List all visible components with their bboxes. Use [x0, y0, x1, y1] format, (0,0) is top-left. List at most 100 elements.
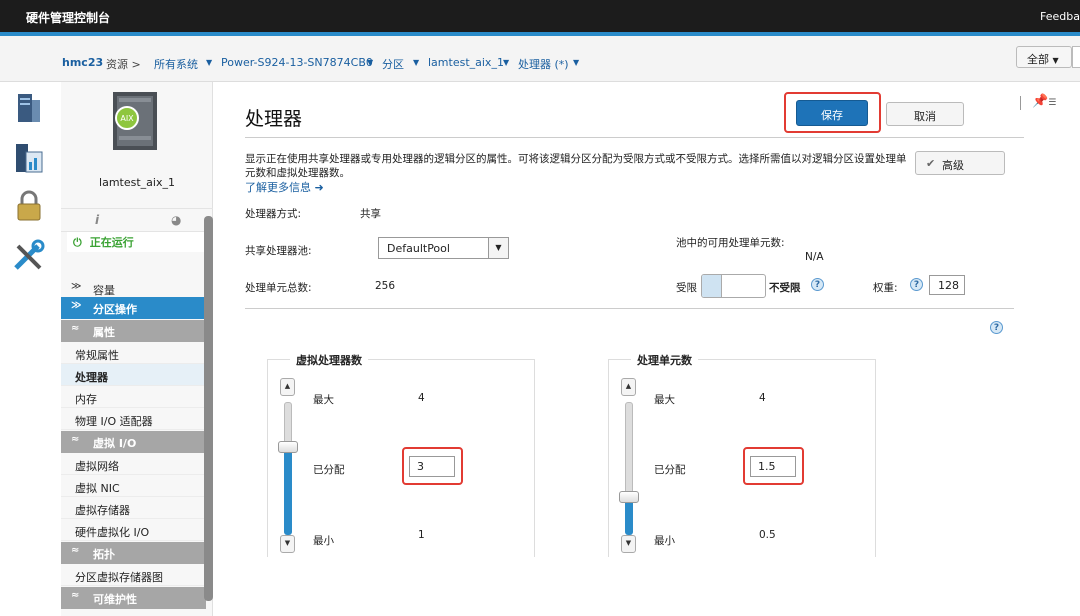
sidebar-item-processor[interactable]: 处理器 [61, 364, 206, 386]
help-icon[interactable]: ? [990, 321, 1003, 334]
pool-select[interactable]: DefaultPool ▼ [378, 237, 509, 259]
status-badge: ⏻ 正在运行 [67, 232, 213, 252]
help-icon[interactable]: ? [811, 278, 824, 291]
performance-icon[interactable] [12, 140, 46, 176]
sidebar-item-storage-map[interactable]: 分区虚拟存储器图 [61, 564, 206, 586]
pool-label: 共享处理器池: [245, 245, 312, 257]
page-title: 处理器 [245, 108, 303, 130]
capped-toggle[interactable] [701, 274, 766, 298]
weight-input[interactable]: 128 [929, 275, 965, 295]
nav-section-properties[interactable]: ≈ 属性 [61, 320, 206, 342]
scope-select-value: 全部 [1027, 53, 1049, 66]
nav-section-virtual-io[interactable]: ≈ 虚拟 I/O [61, 431, 206, 453]
nav-section-topology[interactable]: ≈ 拓扑 [61, 542, 206, 564]
min-value: 1 [418, 529, 425, 541]
toggle-handle [702, 275, 722, 297]
nav-section-label: 属性 [93, 326, 115, 339]
nav-partition-ops-label: 分区操作 [93, 303, 137, 316]
breadcrumb-system[interactable]: Power-S924-13-SN7874CB0 [221, 56, 373, 69]
breadcrumb-resources[interactable]: 资源 > [106, 56, 141, 72]
chevron-up-icon: ≈ [71, 590, 80, 601]
chevron-down-icon[interactable]: ▼ [573, 58, 579, 67]
available-label: 池中的可用处理单元数: [676, 237, 785, 249]
highlight-frame [743, 447, 804, 485]
chevron-down-icon[interactable]: ▼ [206, 58, 212, 67]
processing-units-panel: 处理单元数 ▲ ▼ 最大 4 已分配 1.5 最小 0.5 [608, 352, 876, 557]
highlight-frame [784, 92, 881, 133]
sidebar-item-general[interactable]: 常规属性 [61, 342, 206, 364]
sidebar-item-physical-io[interactable]: 物理 I/O 适配器 [61, 408, 206, 430]
slider-thumb[interactable] [619, 491, 639, 504]
cancel-button[interactable]: 取消 [886, 102, 964, 126]
max-value: 4 [418, 392, 425, 404]
mode-label: 处理器方式: [245, 208, 302, 220]
partition-name: lamtest_aix_1 [99, 176, 175, 189]
virtual-processors-panel: 虚拟处理器数 ▲ ▼ 最大 4 已分配 3 最小 1 [267, 352, 535, 557]
chart-icon[interactable]: ◕ [171, 213, 181, 227]
aix-badge: AIX [120, 114, 134, 123]
slider-fill [284, 446, 292, 535]
pin-icon[interactable]: 📌☰ [1032, 94, 1056, 109]
search-field-edge[interactable] [1072, 46, 1080, 68]
chevron-down-icon[interactable]: ▼ [413, 58, 419, 67]
weight-label: 权重: [873, 282, 898, 294]
chevron-up-icon: ≈ [71, 323, 80, 334]
tools-icon[interactable] [12, 238, 46, 274]
slider-thumb[interactable] [278, 440, 298, 453]
arrow-right-icon: ➜ [314, 181, 324, 194]
partition-sidebar: AIX lamtest_aix_1 i ◕ ⏻ 正在运行 ≫ 容量 ≫ 分区操作 ≈ 属… [61, 82, 213, 616]
breadcrumb-host[interactable]: hmc23 [62, 56, 103, 69]
chevron-down-icon[interactable]: ▼ [280, 535, 295, 553]
help-icon[interactable]: ? [910, 278, 923, 291]
sidebar-item-virtual-storage[interactable]: 虚拟存储器 [61, 497, 206, 519]
sidebar-item-virtual-network[interactable]: 虚拟网络 [61, 453, 206, 475]
breadcrumb-partition[interactable]: lamtest_aix_1 [428, 56, 504, 69]
divider [245, 308, 1014, 309]
chevron-down-icon: ≫ [71, 300, 82, 311]
partition-server-icon: AIX [113, 92, 157, 150]
icon-rail [0, 82, 60, 616]
learn-more-label: 了解更多信息 [245, 181, 311, 194]
server-icon[interactable] [12, 90, 46, 126]
power-icon: ⏻ [73, 236, 82, 249]
chevron-up-icon: ≈ [71, 545, 80, 556]
top-bar: 硬件管理控制台 Feedback [0, 0, 1080, 32]
check-icon: ✔ [926, 157, 936, 170]
app-title: 硬件管理控制台 [26, 11, 111, 25]
nav-section-label: 拓扑 [93, 548, 115, 561]
sidebar-item-virtual-nic[interactable]: 虚拟 NIC [61, 475, 206, 497]
feedback-link[interactable]: Feedback [1040, 10, 1080, 23]
breadcrumb: hmc23 资源 > 所有系统 ▼ Power-S924-13-SN7874CB… [0, 36, 1080, 82]
processing-units-slider[interactable]: ▲ ▼ [619, 378, 639, 555]
sidebar-item-memory[interactable]: 内存 [61, 386, 206, 408]
scope-select[interactable]: 全部 ▼ [1016, 46, 1072, 68]
chevron-down-icon[interactable]: ▼ [367, 58, 373, 67]
total-value: 256 [375, 280, 396, 292]
page-description: 显示正在使用共享处理器或专用处理器的逻辑分区的属性。可将该逻辑分区分配为受限方式… [245, 153, 907, 179]
min-label: 最小 [654, 535, 675, 547]
lock-icon[interactable] [12, 188, 46, 224]
partition-actions: i ◕ [61, 208, 213, 232]
max-label: 最大 [313, 394, 334, 406]
chevron-down-icon: ≫ [71, 281, 82, 292]
chevron-up-icon[interactable]: ▲ [621, 378, 636, 396]
nav-section-serviceability[interactable]: ≈ 可维护性 [61, 587, 206, 609]
breadcrumb-all-systems[interactable]: 所有系统 [154, 56, 198, 72]
chevron-down-icon[interactable]: ▼ [621, 535, 636, 553]
nav-partition-ops[interactable]: ≫ 分区操作 [61, 297, 206, 319]
mode-value: 共享 [360, 208, 381, 220]
chevron-up-icon[interactable]: ▲ [280, 378, 295, 396]
chevron-down-icon[interactable]: ▼ [503, 58, 509, 67]
nav-section-label: 可维护性 [93, 593, 137, 606]
sidebar-scrollbar[interactable] [204, 216, 213, 601]
min-value: 0.5 [759, 529, 776, 541]
learn-more-link[interactable]: 了解更多信息 ➜ [245, 179, 324, 195]
sidebar-item-hw-virtual-io[interactable]: 硬件虚拟化 I/O [61, 519, 206, 541]
breadcrumb-processor[interactable]: 处理器 (*) [518, 56, 569, 72]
info-icon[interactable]: i [95, 213, 99, 227]
breadcrumb-partitions[interactable]: 分区 [382, 56, 404, 72]
advanced-button[interactable]: ✔ 高级 [915, 151, 1005, 175]
pool-select-value: DefaultPool [387, 242, 450, 255]
nav-capacity-label: 容量 [93, 284, 115, 297]
virtual-processors-slider[interactable]: ▲ ▼ [278, 378, 298, 555]
